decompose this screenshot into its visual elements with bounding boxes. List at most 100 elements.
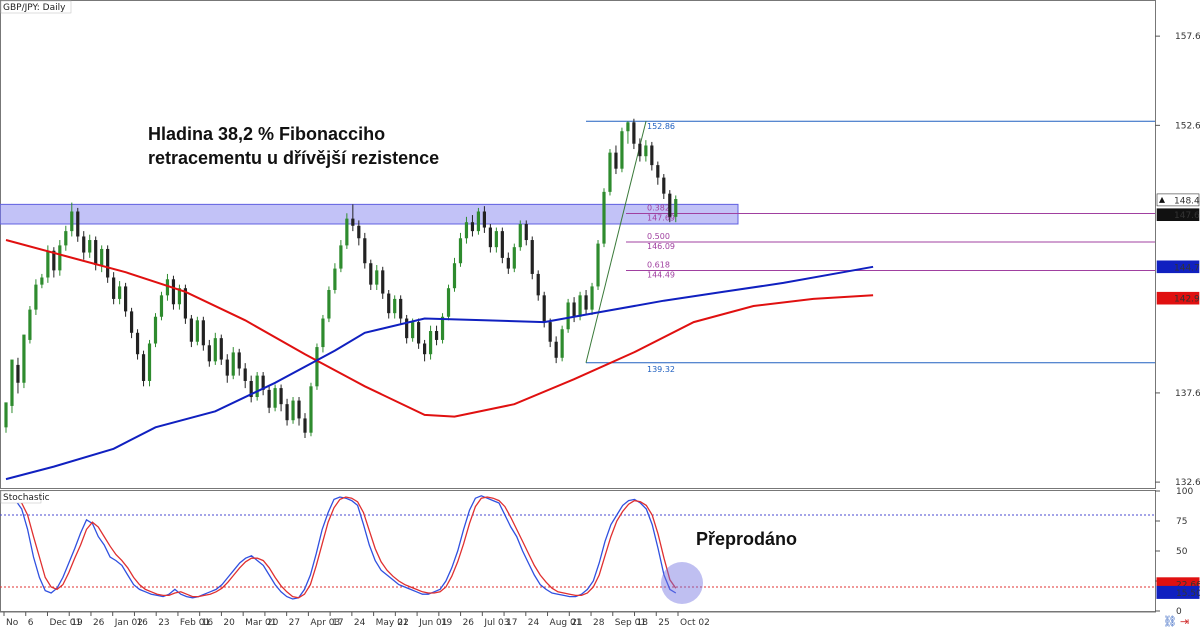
candle-body: [129, 311, 134, 333]
candle-body: [638, 143, 642, 157]
candle-body: [560, 329, 564, 358]
candle-body: [572, 302, 576, 317]
candle-body: [4, 402, 8, 428]
candle-body: [578, 295, 582, 317]
candle-body: [321, 318, 325, 348]
time-tick-label: 28: [593, 618, 605, 628]
price-tick-label: 137.63: [1175, 389, 1200, 399]
scroll-right-icon[interactable]: ⇥: [1180, 615, 1189, 628]
candle-body: [411, 322, 415, 339]
candle-body: [112, 277, 116, 299]
fib-level-value: 146.09: [647, 242, 675, 251]
candle-body: [506, 257, 510, 269]
candle-body: [488, 227, 492, 248]
fib-note-line2: retracementu u dřívější rezistence: [148, 148, 439, 168]
candle-body: [273, 388, 277, 408]
stochastic-tick-label: 100: [1176, 487, 1193, 497]
oversold-highlight-circle: [661, 562, 703, 604]
candle-body: [542, 295, 546, 323]
candle-body: [147, 343, 152, 381]
candle-body: [464, 222, 469, 239]
candle-body: [219, 338, 223, 360]
candle-body: [255, 375, 259, 398]
candle-body: [393, 298, 397, 314]
candle-body: [285, 404, 289, 421]
candle-body: [357, 225, 361, 239]
candle-body: [106, 248, 110, 278]
price-tag-label: 142.94: [1174, 295, 1200, 305]
candle-body: [428, 331, 433, 355]
candle-body: [16, 364, 20, 383]
candle-body: [225, 359, 229, 376]
candle-body: [345, 218, 349, 246]
time-tick-label: No: [6, 618, 19, 628]
candle-body: [64, 231, 68, 246]
candle-body: [620, 131, 624, 169]
time-tick-label: 24: [528, 618, 540, 628]
time-tick-label: 16: [202, 618, 214, 628]
symbol-label: GBP/JPY: Daily: [3, 3, 66, 13]
candle-body: [124, 286, 128, 312]
candle-body: [554, 341, 558, 358]
candle-body: [566, 302, 570, 330]
link-icon[interactable]: ⛓: [1163, 615, 1177, 628]
candle-body: [46, 250, 50, 278]
candle-body: [446, 288, 451, 317]
candle-body: [500, 231, 504, 258]
price-tag-label: 148.45: [1174, 196, 1200, 206]
candle-body: [279, 388, 283, 405]
fib-level-ratio: 0.618: [647, 261, 670, 270]
candle-body: [494, 231, 498, 248]
time-tick-label: Oct 02: [680, 618, 710, 628]
candle-body: [339, 245, 343, 269]
time-tick-label: 18: [637, 618, 649, 628]
candle-body: [596, 243, 600, 287]
time-tick-label: 19: [441, 618, 453, 628]
candle-body: [536, 273, 540, 296]
candle-body: [171, 279, 176, 305]
gbpjpy-chart: 152.86139.320.382147.690.500146.090.6181…: [0, 0, 1200, 628]
candle-body: [602, 191, 606, 244]
candle-body: [213, 338, 217, 362]
candle-body: [100, 248, 104, 266]
time-tick-label: 17: [332, 618, 343, 628]
candle-body: [58, 245, 62, 271]
candle-body: [195, 320, 199, 342]
candle-body: [267, 389, 271, 408]
candle-body: [375, 270, 379, 285]
stochastic-tick-label: 50: [1176, 547, 1188, 557]
time-tick-label: 27: [289, 618, 300, 628]
candle-body: [34, 284, 38, 310]
time-tick-label: 20: [223, 618, 235, 628]
candle-body: [153, 316, 158, 344]
candle-body: [201, 320, 205, 346]
price-axis: 157.63152.63137.63132.63148.45147.62144.…: [1155, 32, 1200, 488]
candle-body: [584, 295, 588, 310]
time-tick-label: 21: [571, 618, 582, 628]
time-tick-label: 24: [354, 618, 366, 628]
price-tag-label: 147.62: [1174, 211, 1200, 221]
candle-body: [40, 277, 44, 285]
candle-body: [363, 238, 367, 264]
candle-body: [369, 263, 373, 285]
candle-body: [674, 199, 678, 217]
candle-body: [530, 240, 534, 274]
price-tick-label: 157.63: [1175, 32, 1200, 42]
candle-body: [656, 165, 660, 178]
fib-level-value: 144.49: [647, 271, 675, 280]
time-tick-label: 26: [93, 618, 105, 628]
candle-body: [315, 347, 319, 387]
time-tick-label: 6: [28, 618, 34, 628]
candle-body: [650, 145, 654, 166]
time-tick-label: 17: [506, 618, 517, 628]
time-tick-label: 22: [397, 618, 408, 628]
stochastic-tick-label: 75: [1176, 517, 1187, 527]
candle-body: [524, 223, 528, 241]
candle-body: [476, 211, 481, 232]
candle-body: [470, 222, 475, 232]
candle-body: [231, 352, 235, 376]
time-axis: No 6 Dec 0119 26 Jan 0216 23 Feb 0116 20 Mar 012…: [3, 612, 710, 628]
candle-body: [189, 318, 193, 342]
time-tick-label: 16: [136, 618, 148, 628]
candle-body: [88, 240, 92, 253]
